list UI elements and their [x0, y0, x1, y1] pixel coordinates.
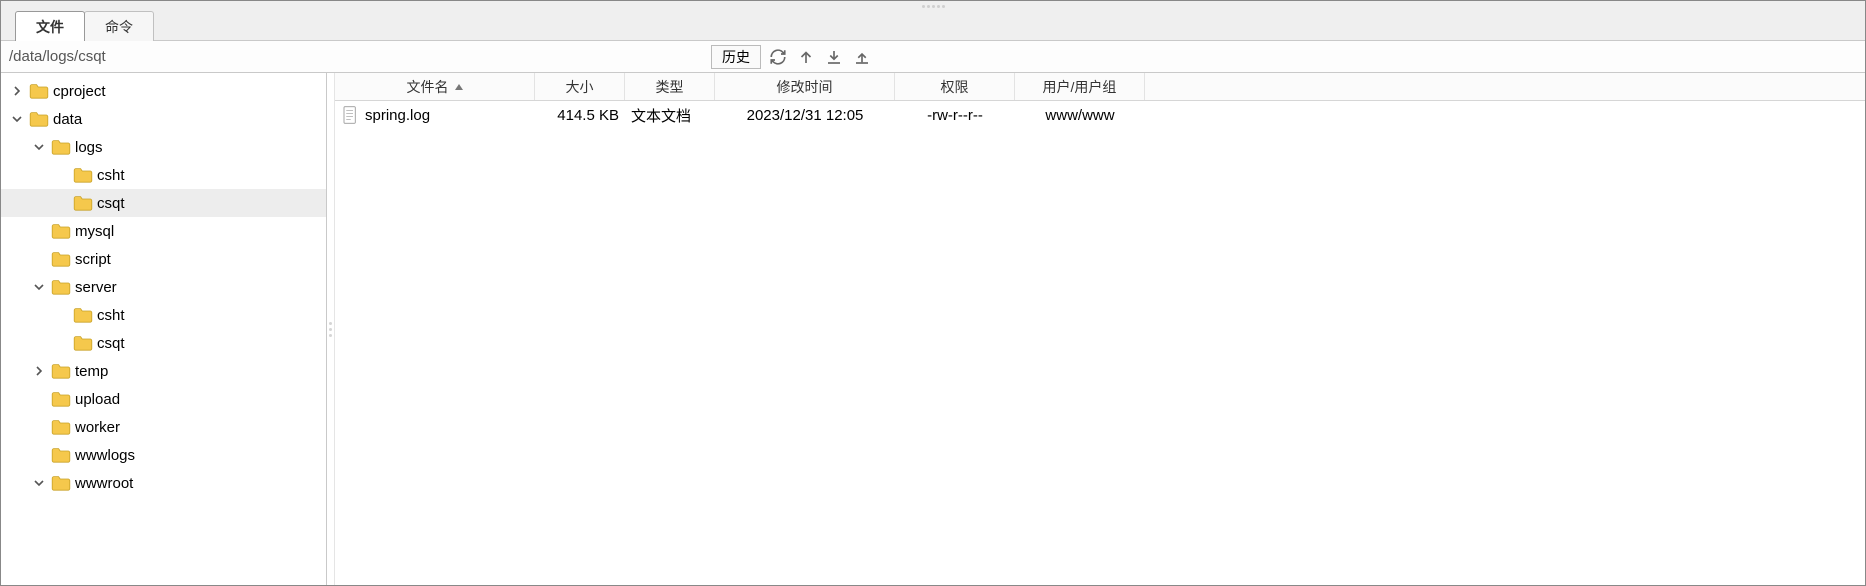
tab-label: 命令 — [105, 17, 133, 37]
tree-item[interactable]: script — [1, 245, 326, 273]
column-header-label: 权限 — [941, 77, 969, 97]
tree-item-label: worker — [75, 419, 120, 436]
file-manager-window: 文件 命令 /data/logs/csqt 历史 — [0, 0, 1866, 586]
tree-item-label: wwwroot — [75, 475, 133, 492]
download-icon[interactable] — [823, 46, 845, 68]
tree-item[interactable]: mysql — [1, 217, 326, 245]
tree-expander-icon[interactable] — [31, 475, 47, 491]
cell-mtime: 2023/12/31 12:05 — [715, 107, 895, 124]
tree-expander-icon[interactable] — [31, 279, 47, 295]
cell-perm: -rw-r--r-- — [895, 107, 1015, 124]
column-header-label: 修改时间 — [777, 77, 833, 97]
tree-item[interactable]: csqt — [1, 329, 326, 357]
tree-item-label: logs — [75, 139, 103, 156]
path-input[interactable]: /data/logs/csqt — [1, 48, 711, 65]
column-header-name[interactable]: 文件名 — [335, 73, 535, 100]
splitter-handle[interactable] — [327, 73, 335, 585]
tree-expander-icon[interactable] — [9, 111, 25, 127]
tree-item[interactable]: wwwroot — [1, 469, 326, 497]
tabs-bar: 文件 命令 — [1, 1, 1865, 41]
tree-item[interactable]: worker — [1, 413, 326, 441]
history-button[interactable]: 历史 — [711, 45, 761, 69]
tree-item[interactable]: logs — [1, 133, 326, 161]
tree-item-label: upload — [75, 391, 120, 408]
refresh-icon[interactable] — [767, 46, 789, 68]
table-row[interactable]: spring.log 414.5 KB文本文档2023/12/31 12:05-r… — [335, 101, 1865, 129]
tree-expander-icon[interactable] — [31, 139, 47, 155]
column-header-perm[interactable]: 权限 — [895, 73, 1015, 100]
column-header-label: 类型 — [656, 77, 684, 97]
column-header-owner[interactable]: 用户/用户组 — [1015, 73, 1145, 100]
tree-item-label: script — [75, 251, 111, 268]
column-header-label: 文件名 — [407, 77, 449, 97]
column-header-mtime[interactable]: 修改时间 — [715, 73, 895, 100]
tree-item-label: server — [75, 279, 117, 296]
tree-item[interactable]: csqt — [1, 189, 326, 217]
column-header-size[interactable]: 大小 — [535, 73, 625, 100]
tree-item-label: wwwlogs — [75, 447, 135, 464]
tree-item-label: temp — [75, 363, 108, 380]
up-directory-icon[interactable] — [795, 46, 817, 68]
tree-item-label: csqt — [97, 335, 125, 352]
tree-expander-icon[interactable] — [31, 363, 47, 379]
tree-item[interactable]: temp — [1, 357, 326, 385]
upload-icon[interactable] — [851, 46, 873, 68]
tree-item-label: data — [53, 111, 82, 128]
file-list-panel: 文件名 大小 类型 修改时间 权限 用户/用户组 spring.log414 — [335, 73, 1865, 585]
drag-grip-icon[interactable] — [918, 3, 948, 9]
tree-item[interactable]: csht — [1, 161, 326, 189]
tree-item[interactable]: csht — [1, 301, 326, 329]
column-header-type[interactable]: 类型 — [625, 73, 715, 100]
column-header-label: 用户/用户组 — [1043, 77, 1117, 97]
tree-item[interactable]: upload — [1, 385, 326, 413]
cell-type: 文本文档 — [625, 105, 715, 126]
tree-item[interactable]: cproject — [1, 77, 326, 105]
directory-tree[interactable]: cproject data logs csht csqt mysql script serve… — [1, 73, 327, 585]
table-header: 文件名 大小 类型 修改时间 权限 用户/用户组 — [335, 73, 1865, 101]
body-split: cproject data logs csht csqt mysql script serve… — [1, 73, 1865, 585]
tree-item-label: csht — [97, 307, 125, 324]
tree-item-label: cproject — [53, 83, 106, 100]
tree-item[interactable]: server — [1, 273, 326, 301]
cell-name: spring.log — [335, 106, 535, 124]
path-toolbar: /data/logs/csqt 历史 — [1, 41, 1865, 73]
file-name: spring.log — [365, 107, 430, 124]
tree-expander-icon[interactable] — [9, 83, 25, 99]
tree-item[interactable]: wwwlogs — [1, 441, 326, 469]
history-button-label: 历史 — [722, 47, 750, 67]
cell-owner: www/www — [1015, 107, 1145, 124]
tab-label: 文件 — [36, 17, 64, 37]
tree-item-label: csqt — [97, 195, 125, 212]
toolbar-actions: 历史 — [711, 45, 873, 69]
cell-size: 414.5 KB — [535, 107, 625, 124]
table-body: spring.log 414.5 KB文本文档2023/12/31 12:05-r… — [335, 101, 1865, 585]
column-header-label: 大小 — [566, 77, 594, 97]
tab-files[interactable]: 文件 — [15, 11, 85, 41]
tree-item[interactable]: data — [1, 105, 326, 133]
tree-item-label: mysql — [75, 223, 114, 240]
tab-commands[interactable]: 命令 — [84, 11, 154, 41]
tree-item-label: csht — [97, 167, 125, 184]
